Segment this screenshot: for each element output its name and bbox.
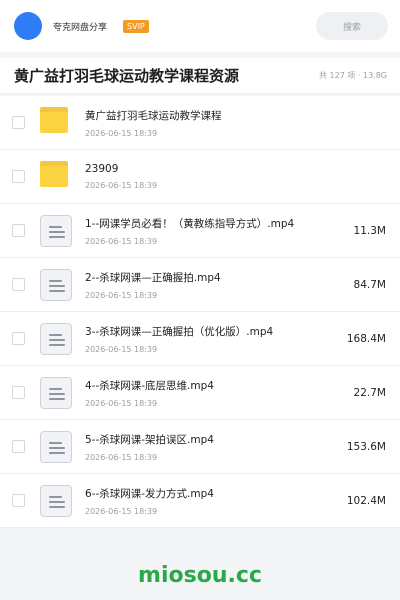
document-icon — [40, 430, 72, 463]
list-item[interactable]: 4--杀球网课-底层思维.mp4 2026-06-15 18:39 22.7M — [0, 366, 400, 420]
folder-icon — [40, 160, 72, 193]
file-date: 2026-06-15 18:39 — [85, 398, 158, 408]
folder-title-bar: 黄广益打羽毛球运动教学课程资源 共 127 项 · 13.8G — [0, 58, 400, 94]
document-icon — [40, 268, 72, 301]
document-icon — [40, 484, 72, 517]
file-name: 1--网课学员必看！（黄教练指导方式）.mp4 — [85, 217, 295, 230]
file-name: 6--杀球网课-发力方式.mp4 — [85, 487, 214, 500]
list-item[interactable]: 3--杀球网课—正确握拍（优化版）.mp4 2026-06-15 18:39 1… — [0, 312, 400, 366]
file-date: 2026-06-15 18:39 — [85, 181, 158, 190]
list-item[interactable]: 5--杀球网课-架拍误区.mp4 2026-06-15 18:39 153.6M — [0, 420, 400, 474]
file-size: 153.6M — [346, 441, 386, 453]
search-button[interactable]: 搜索 — [316, 12, 388, 40]
file-date: 2026-06-15 18:39 — [85, 290, 158, 300]
file-name: 5--杀球网课-架拍误区.mp4 — [85, 433, 214, 446]
app-header: 夸克网盘分享 SVIP 搜索 — [0, 0, 400, 52]
file-list: 黄广益打羽毛球运动教学课程 2026-06-15 18:39 23909 202… — [0, 96, 400, 528]
select-checkbox[interactable] — [12, 224, 25, 237]
select-checkbox[interactable] — [12, 386, 25, 399]
file-date: 2026-06-15 18:39 — [85, 236, 158, 246]
list-item[interactable]: 2--杀球网课—正确握拍.mp4 2026-06-15 18:39 84.7M — [0, 258, 400, 312]
select-checkbox[interactable] — [12, 332, 25, 345]
file-name: 23909 — [85, 163, 119, 175]
select-checkbox[interactable] — [12, 170, 25, 183]
file-name: 3--杀球网课—正确握拍（优化版）.mp4 — [85, 325, 274, 338]
file-size: 84.7M — [353, 279, 386, 291]
file-size: 102.4M — [346, 495, 386, 507]
file-size: 11.3M — [353, 225, 386, 237]
document-icon — [40, 322, 72, 355]
list-item[interactable]: 黄广益打羽毛球运动教学课程 2026-06-15 18:39 — [0, 96, 400, 150]
file-size: 168.4M — [346, 333, 386, 345]
select-checkbox[interactable] — [12, 494, 25, 507]
document-icon — [40, 376, 72, 409]
document-icon — [40, 214, 72, 247]
watermark: miosou.cc — [138, 563, 262, 588]
select-checkbox[interactable] — [12, 116, 25, 129]
file-date: 2026-06-15 18:39 — [85, 506, 158, 516]
avatar[interactable] — [14, 12, 42, 40]
list-item[interactable]: 1--网课学员必看！（黄教练指导方式）.mp4 2026-06-15 18:39… — [0, 204, 400, 258]
file-name: 黄广益打羽毛球运动教学课程 — [85, 109, 222, 122]
select-checkbox[interactable] — [12, 278, 25, 291]
item-summary: 共 127 项 · 13.8G — [319, 71, 387, 80]
list-item[interactable]: 6--杀球网课-发力方式.mp4 2026-06-15 18:39 102.4M — [0, 474, 400, 528]
select-checkbox[interactable] — [12, 440, 25, 453]
file-name: 2--杀球网课—正确握拍.mp4 — [85, 271, 221, 284]
folder-icon — [40, 106, 72, 139]
file-date: 2026-06-15 18:39 — [85, 344, 158, 354]
list-item[interactable]: 23909 2026-06-15 18:39 — [0, 150, 400, 204]
page-title: 黄广益打羽毛球运动教学课程资源 — [14, 67, 240, 85]
file-date: 2026-06-15 18:39 — [85, 452, 158, 462]
file-size: 22.7M — [353, 387, 386, 399]
user-name[interactable]: 夸克网盘分享 — [53, 20, 107, 33]
svip-badge: SVIP — [123, 19, 149, 33]
file-date: 2026-06-15 18:39 — [85, 128, 158, 138]
file-name: 4--杀球网课-底层思维.mp4 — [85, 379, 214, 392]
